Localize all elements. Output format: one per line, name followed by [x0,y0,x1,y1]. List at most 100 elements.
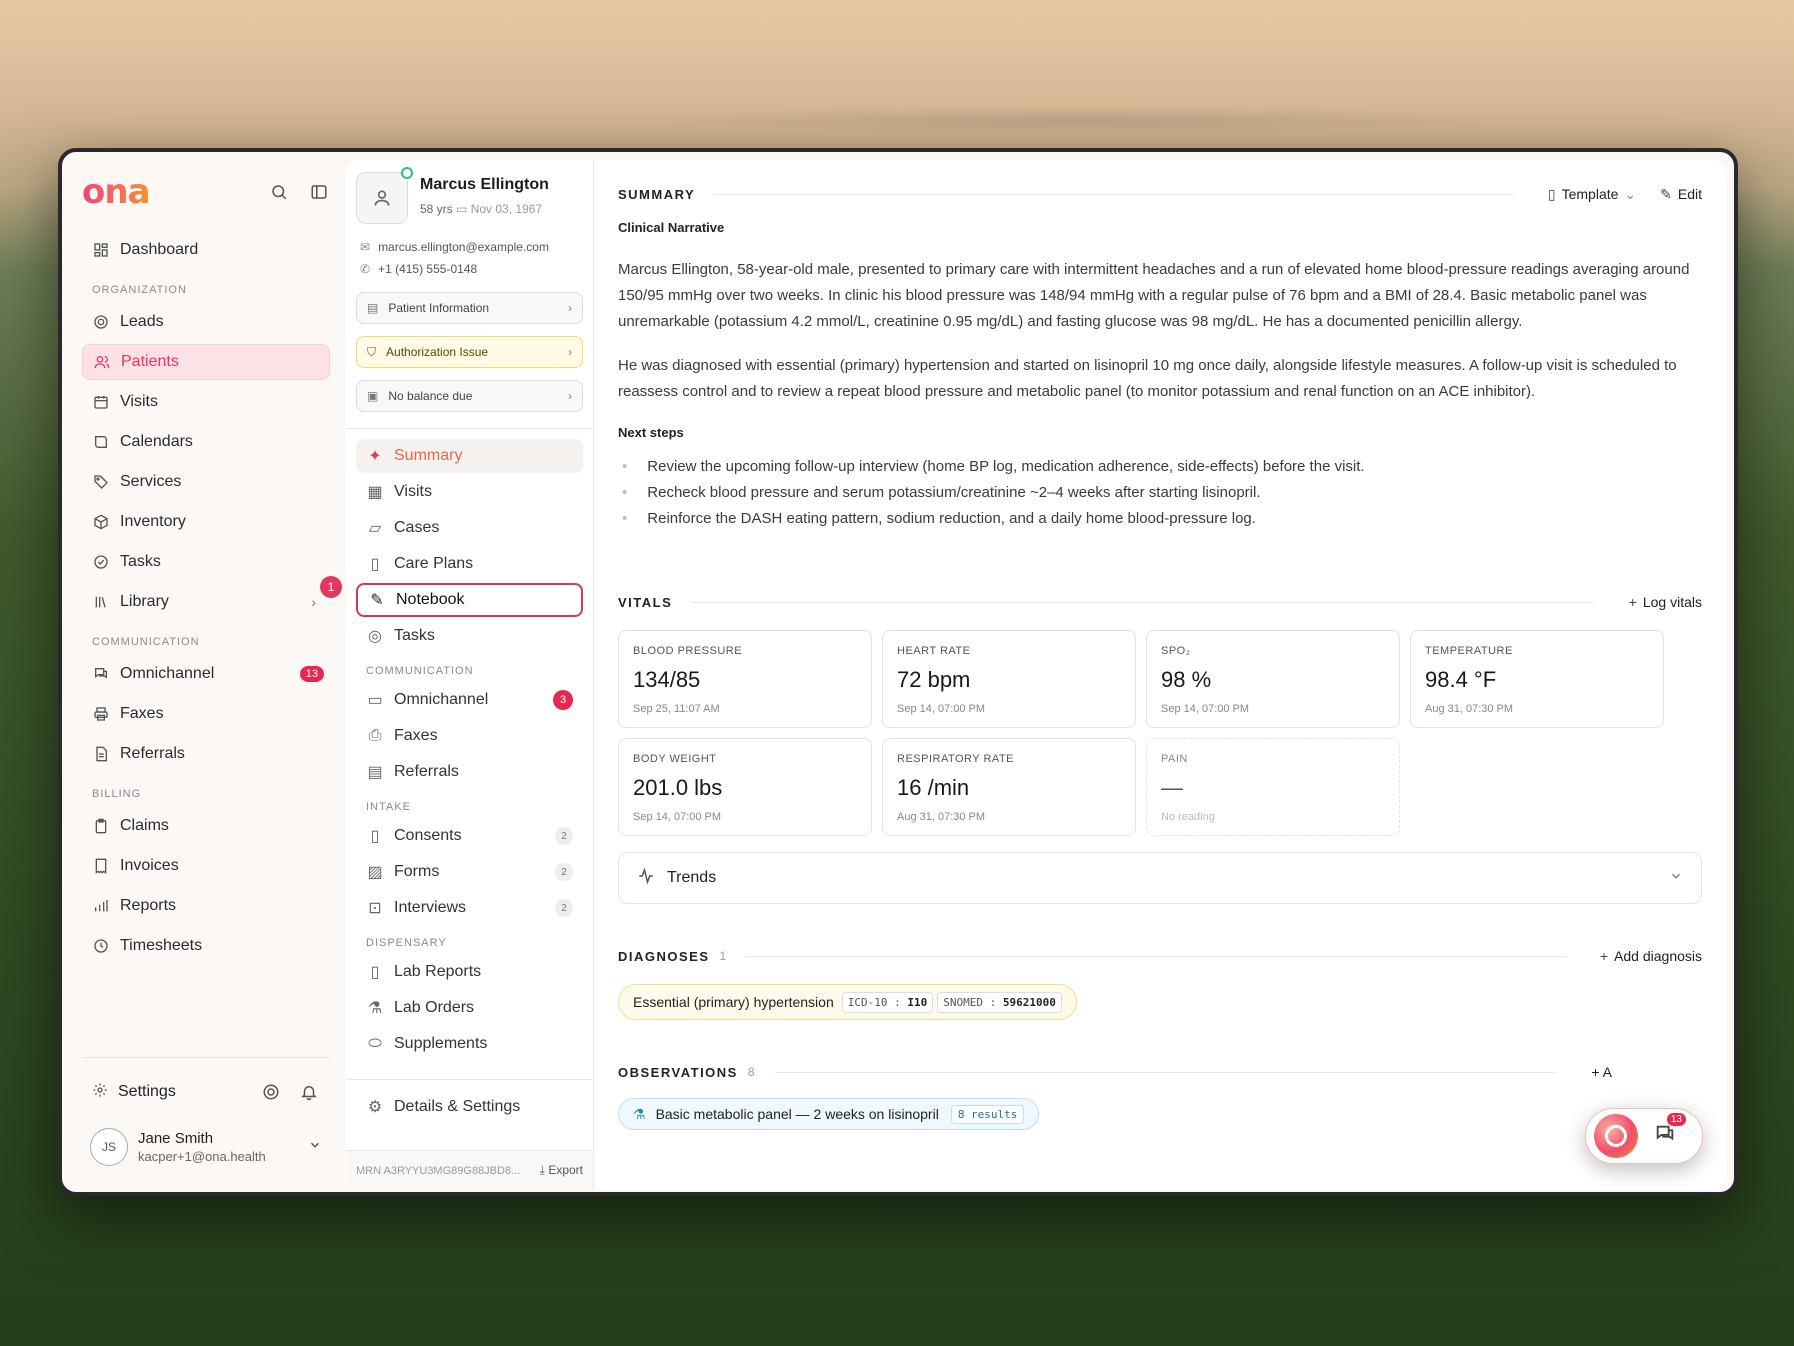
list-item: • Review the upcoming follow-up interview… [622,458,1365,475]
patient-email[interactable]: marcus.ellington@example.com [378,240,549,254]
diagnosis-chip[interactable]: Essential (primary) hypertension ICD-10 … [618,984,1077,1020]
nav-section-billing: BILLING [92,788,142,800]
app-window: ona Dashboard ORGANIZATION Leads Patient… [58,148,1738,1196]
settings-row: Settings [82,1074,330,1110]
sidebar-toggle-icon[interactable] [308,181,330,203]
nav-item-invoices[interactable]: Invoices [82,848,330,884]
tab-label: Notebook [396,591,465,608]
patient-tab-cases[interactable]: ▱ Cases [356,511,583,545]
search-icon[interactable] [268,181,290,203]
settings-link[interactable]: Settings [118,1083,176,1101]
nav-item-library[interactable]: Library › [82,584,330,620]
patient-age: 58 yrs [420,202,453,216]
nav-label: Omnichannel [120,665,215,682]
chat-icon[interactable]: 13 [1654,1112,1686,1150]
vital-card-respiratory-rate[interactable]: RESPIRATORY RATE 16 /min Aug 31, 07:30 P… [882,738,1136,836]
nav-label: Invoices [120,857,179,874]
patient-tab-omnichannel[interactable]: ▭ Omnichannel 3 [356,683,583,717]
add-observation-button[interactable]: + A [1591,1064,1612,1080]
nav-item-inventory[interactable]: Inventory [82,504,330,540]
nav-item-visits[interactable]: Visits [82,384,330,420]
nav-item-calendars[interactable]: Calendars [82,424,330,460]
observations-header: OBSERVATIONS 8 + A [618,1060,1702,1084]
mail-icon: ✉ [360,240,371,254]
diagnosis-name: Essential (primary) hypertension [633,994,834,1010]
chevron-right-icon: › [568,301,572,315]
vital-card-heart-rate[interactable]: HEART RATE 72 bpm Sep 14, 07:00 PM [882,630,1136,728]
tab-label: Lab Orders [394,999,475,1016]
patient-tab-visits[interactable]: ▦ Visits [356,475,583,509]
vital-card-spo2[interactable]: SPO₂ 98 % Sep 14, 07:00 PM [1146,630,1400,728]
nav-item-faxes[interactable]: Faxes [82,696,330,732]
export-button[interactable]: ⤓ Export [540,1163,583,1178]
target-icon [92,313,110,331]
observation-chip[interactable]: ⚗ Basic metabolic panel — 2 weeks on lis… [618,1098,1040,1130]
patient-tab-tasks[interactable]: ◎ Tasks [356,619,583,653]
help-buoy-icon[interactable] [260,1081,282,1103]
nav-item-referrals[interactable]: Referrals [82,736,330,772]
patient-tab-lab-orders[interactable]: ⚗ Lab Orders [356,991,583,1025]
vital-card-temperature[interactable]: TEMPERATURE 98.4 °F Aug 31, 07:30 PM [1410,630,1664,728]
patient-footer: MRN A3RYYU3MG89G88JBD8... ⤓ Export [346,1150,593,1190]
dashboard-icon [92,241,110,259]
unread-badge: 13 [1666,1112,1686,1126]
summary-main: SUMMARY ▯ Template ⌄ ✎ Edit Clinical Nar… [594,160,1726,1190]
patient-tab-summary[interactable]: ✦ Summary [356,439,583,473]
chevron-down-icon [1669,869,1683,888]
patient-tab-forms[interactable]: ▨ Forms 2 [356,855,583,889]
summary-header: SUMMARY ▯ Template ⌄ ✎ Edit [618,182,1702,206]
add-diagnosis-button[interactable]: + Add diagnosis [1600,948,1702,964]
nav-item-claims[interactable]: Claims [82,808,330,844]
edit-button[interactable]: ✎ Edit [1660,186,1702,203]
balance-button[interactable]: ▣ No balance due › [356,380,583,412]
patient-tab-interviews[interactable]: ⊡ Interviews 2 [356,891,583,925]
patient-tab-details-settings[interactable]: ⚙ Details & Settings [356,1090,583,1124]
patient-name: Marcus Ellington [420,176,549,193]
nav-section-organization: ORGANIZATION [92,284,187,296]
button-label: No balance due [388,389,473,403]
log-vitals-button[interactable]: + Log vitals [1629,594,1702,610]
users-icon [93,353,111,371]
nav-label: Faxes [120,705,164,722]
user-menu[interactable]: JS Jane Smith kacper+1@ona.health [82,1128,330,1166]
ona-logo[interactable]: ona [82,172,151,212]
bell-icon[interactable] [298,1081,320,1103]
nav-item-reports[interactable]: Reports [82,888,330,924]
patient-information-button[interactable]: ▤ Patient Information › [356,292,583,324]
nav-item-tasks[interactable]: Tasks [82,544,330,580]
nav-label: Claims [120,817,169,834]
trends-label: Trends [667,869,717,886]
patient-tab-notebook[interactable]: ✎ Notebook [356,583,583,617]
nav-item-timesheets[interactable]: Timesheets [82,928,330,964]
chat-icon: ▭ [367,692,383,709]
tab-label: Consents [394,827,462,844]
authorization-issue-button[interactable]: ⛉ Authorization Issue › [356,336,583,368]
trends-accordion[interactable]: Trends [618,852,1702,904]
nav-item-omnichannel[interactable]: Omnichannel 13 [82,656,330,692]
flask-icon: ⚗ [633,1105,646,1122]
patient-tab-care-plans[interactable]: ▯ Care Plans [356,547,583,581]
chevron-down-icon: ⌄ [1624,185,1637,202]
patient-tab-faxes[interactable]: ⎙ Faxes [356,719,583,753]
section-title: DIAGNOSES [618,948,710,964]
list-item: • Recheck blood pressure and serum potass… [622,484,1261,501]
vital-card-blood-pressure[interactable]: BLOOD PRESSURE 134/85 Sep 25, 11:07 AM [618,630,872,728]
patient-tab-supplements[interactable]: ⬭ Supplements [356,1027,583,1061]
tab-label: Details & Settings [394,1098,521,1115]
patient-tab-referrals[interactable]: ▤ Referrals [356,755,583,789]
tab-label: Lab Reports [394,963,482,980]
patient-phone[interactable]: +1 (415) 555-0148 [378,262,477,276]
nav-item-dashboard[interactable]: Dashboard [82,232,330,268]
assistant-fab[interactable]: 13 [1585,1108,1703,1164]
assistant-orb-icon[interactable] [1594,1114,1638,1158]
patient-tab-lab-reports[interactable]: ▯ Lab Reports [356,955,583,989]
vital-card-pain[interactable]: PAIN — No reading [1146,738,1400,836]
template-dropdown[interactable]: ▯ Template ⌄ [1548,186,1636,203]
results-count-chip: 8 results [950,1104,1025,1124]
nav-item-patients[interactable]: Patients [82,344,330,380]
patient-tab-consents[interactable]: ▯ Consents 2 [356,819,583,853]
file-icon: ▤ [367,764,383,781]
vital-card-body-weight[interactable]: BODY WEIGHT 201.0 lbs Sep 14, 07:00 PM [618,738,872,836]
nav-item-leads[interactable]: Leads [82,304,330,340]
nav-item-services[interactable]: Services [82,464,330,500]
